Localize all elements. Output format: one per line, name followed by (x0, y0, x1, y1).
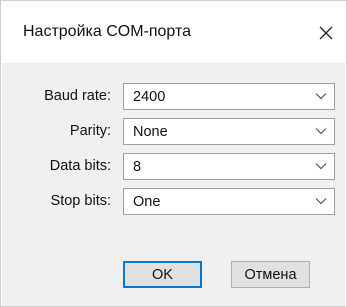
chevron-down-icon (315, 127, 327, 135)
ok-button[interactable]: OK (123, 261, 202, 288)
data-bits-select[interactable]: 8 (123, 153, 335, 180)
baud-rate-select[interactable]: 2400 (123, 83, 335, 110)
cancel-button[interactable]: Отмена (231, 261, 310, 288)
baud-rate-value: 2400 (133, 89, 166, 105)
chevron-down-icon (315, 92, 327, 100)
data-bits-label: Data bits: (49, 158, 111, 174)
close-button[interactable] (306, 15, 346, 51)
baud-rate-label: Baud rate: (44, 88, 111, 104)
chevron-down-icon (315, 197, 327, 205)
dialog-title: Настройка COM-порта (23, 23, 192, 40)
parity-value: None (133, 124, 168, 140)
com-port-settings-dialog: Настройка COM-порта Baud rate: 2400 Pari… (0, 0, 347, 307)
chevron-down-icon (315, 162, 327, 170)
close-icon (319, 26, 333, 40)
stop-bits-select[interactable]: One (123, 188, 335, 215)
data-bits-value: 8 (133, 159, 142, 175)
parity-select[interactable]: None (123, 118, 335, 145)
dialog-body: Baud rate: 2400 Parity: None Data bits: … (2, 63, 345, 306)
parity-label: Parity: (69, 123, 111, 139)
title-bar: Настройка COM-порта (1, 1, 346, 63)
stop-bits-label: Stop bits: (50, 193, 111, 209)
stop-bits-value: One (133, 194, 161, 210)
